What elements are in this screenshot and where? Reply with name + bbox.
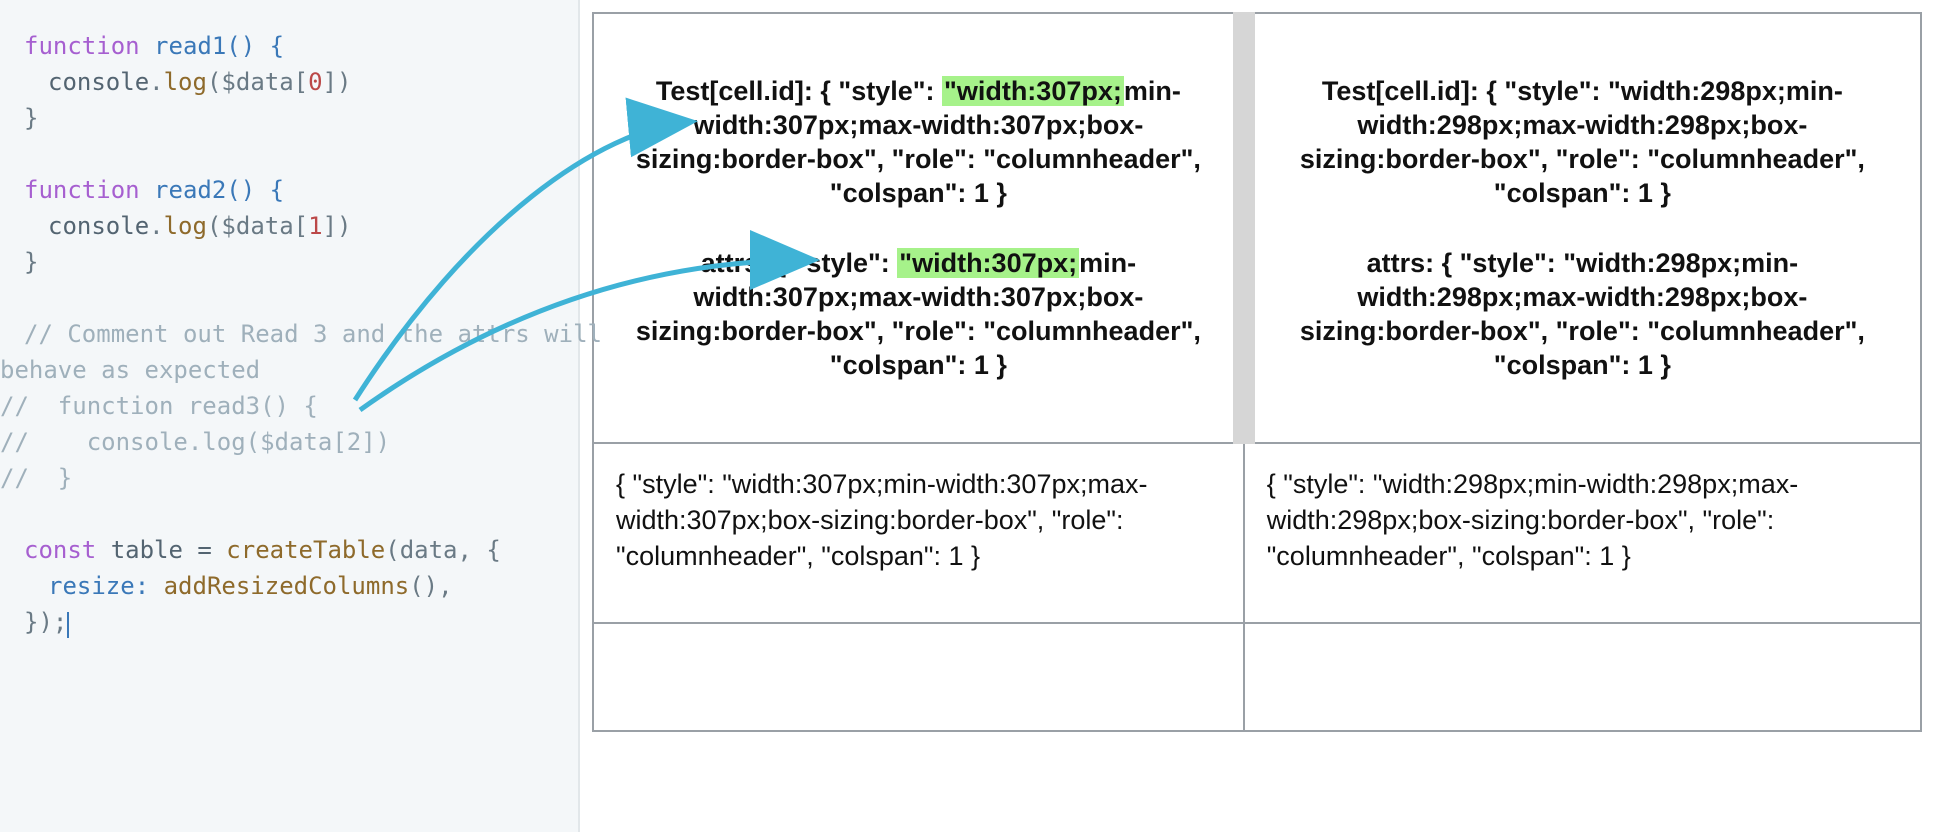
highlight: "width:307px;: [897, 248, 1079, 278]
table-cell: [593, 623, 1244, 731]
code-line: console.log($data[1]): [0, 208, 578, 244]
header-text-block-1: Test[cell.id]: { "style": "width:298px;m…: [1271, 74, 1894, 210]
code-line: }: [0, 100, 578, 136]
split-layout: function read1() { console.log($data[0])…: [0, 0, 1934, 832]
table-cell: { "style": "width:298px;min-width:298px;…: [1244, 443, 1921, 623]
header-text-block-1: Test[cell.id]: { "style": "width:307px;m…: [620, 74, 1217, 210]
fn-name: read1() {: [140, 32, 285, 60]
highlight: "width:307px;: [942, 76, 1124, 106]
code-line: function read1() {: [0, 28, 578, 64]
code-line: const table = createTable(data, {: [0, 532, 578, 568]
table-header-row: Test[cell.id]: { "style": "width:307px;m…: [593, 13, 1921, 443]
table-row: [593, 623, 1921, 731]
comment-line: behave as expected: [0, 352, 578, 388]
code-line: resize: addResizedColumns(),: [0, 568, 578, 604]
header-text-block-2: attrs: { "style": "width:298px;min-width…: [1271, 246, 1894, 382]
text-cursor: [67, 612, 69, 638]
keyword: function: [24, 32, 140, 60]
code-line: }: [0, 244, 578, 280]
table-cell: [1244, 623, 1921, 731]
table-cell: { "style": "width:307px;min-width:307px;…: [593, 443, 1244, 623]
column-resize-handle[interactable]: [1233, 12, 1255, 444]
comment-line: // function read3() {: [0, 388, 578, 424]
comment-line: // console.log($data[2]): [0, 424, 578, 460]
code-line: });: [0, 604, 578, 640]
blank-line: [0, 496, 578, 532]
table-row: { "style": "width:307px;min-width:307px;…: [593, 443, 1921, 623]
code-line: console.log($data[0]): [0, 64, 578, 100]
column-header-2: Test[cell.id]: { "style": "width:298px;m…: [1244, 13, 1921, 443]
code-editor[interactable]: function read1() { console.log($data[0])…: [0, 0, 580, 832]
blank-line: [0, 136, 578, 172]
blank-line: [0, 280, 578, 316]
comment-line: // Comment out Read 3 and the attrs will: [0, 316, 578, 352]
output-table: Test[cell.id]: { "style": "width:307px;m…: [592, 12, 1922, 732]
column-header-1: Test[cell.id]: { "style": "width:307px;m…: [593, 13, 1244, 443]
output-panel: Test[cell.id]: { "style": "width:307px;m…: [580, 0, 1934, 832]
header-text-block-2: attrs: { "style": "width:307px;min-width…: [620, 246, 1217, 382]
code-line: function read2() {: [0, 172, 578, 208]
comment-line: // }: [0, 460, 578, 496]
